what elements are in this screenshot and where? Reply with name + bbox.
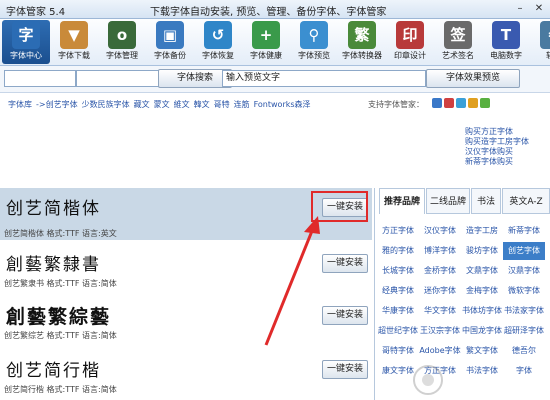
brand-link[interactable]: Adobe字体 bbox=[419, 342, 461, 360]
brand-link[interactable]: 书法家字体 bbox=[503, 302, 545, 320]
brand-link[interactable]: 博洋字体 bbox=[419, 242, 461, 260]
brand-link[interactable]: 创艺字体 bbox=[503, 242, 545, 260]
brand-link[interactable]: 雅的字体 bbox=[377, 242, 419, 260]
brand-link[interactable]: 微软字体 bbox=[503, 282, 545, 300]
tab-brand[interactable]: 英文A-Z bbox=[502, 188, 550, 214]
brand-link[interactable]: 德吾尔 bbox=[503, 342, 545, 360]
brand-link[interactable]: 汉仪字体 bbox=[419, 222, 461, 240]
brand-link[interactable]: 金桥字体 bbox=[419, 262, 461, 280]
brand-link[interactable]: 经典字体 bbox=[377, 282, 419, 300]
brand-link[interactable]: 方正字体 bbox=[377, 222, 419, 240]
brand-link[interactable]: 繁文字体 bbox=[461, 342, 503, 360]
brand-link[interactable]: 文鼎字体 bbox=[461, 262, 503, 280]
brand-link[interactable]: 华康字体 bbox=[377, 302, 419, 320]
brand-link[interactable]: 金梅字体 bbox=[461, 282, 503, 300]
brand-link[interactable]: 中国龙字体 bbox=[461, 322, 503, 340]
tab-brand[interactable]: 二线品牌 bbox=[426, 188, 470, 214]
brand-link[interactable]: 华文字体 bbox=[419, 302, 461, 320]
brand-link[interactable]: 哥特字体 bbox=[377, 342, 419, 360]
watermark-logo bbox=[413, 365, 443, 395]
brand-link[interactable]: 骏坊字体 bbox=[461, 242, 503, 260]
brand-link[interactable]: 王汉宗字体 bbox=[419, 322, 461, 340]
brand-link[interactable]: 书体坊字体 bbox=[461, 302, 503, 320]
tab-brand[interactable]: 推荐品牌 bbox=[379, 188, 425, 214]
brand-link[interactable]: 新蒂字体 bbox=[503, 222, 545, 240]
brand-link[interactable]: 超研泽字体 bbox=[503, 322, 545, 340]
brand-link[interactable]: 长城字体 bbox=[377, 262, 419, 280]
brand-link[interactable]: 汉鼎字体 bbox=[503, 262, 545, 280]
brand-link[interactable]: 超世纪字体 bbox=[377, 322, 419, 340]
brand-link[interactable]: 造字工房 bbox=[461, 222, 503, 240]
tab-brand[interactable]: 书法 bbox=[471, 188, 501, 214]
brand-link[interactable]: 迷你字体 bbox=[419, 282, 461, 300]
